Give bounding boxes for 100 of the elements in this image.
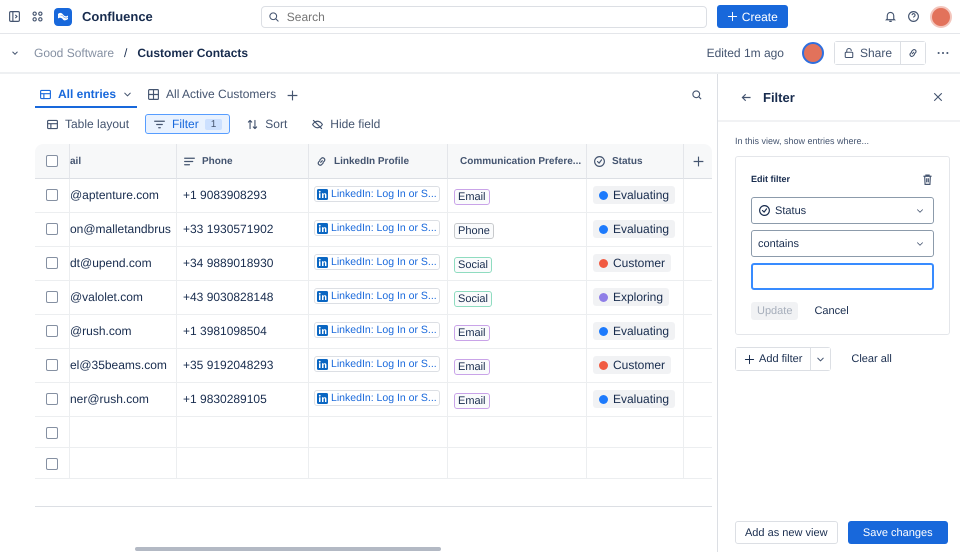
linkedin-link[interactable]: LinkedIn: Log In or S...	[314, 220, 440, 236]
status-lozenge: Evaluating	[593, 322, 676, 340]
lock-icon	[842, 47, 855, 59]
user-avatar[interactable]	[930, 6, 952, 28]
table-cell: +1 3981098504	[177, 315, 309, 349]
row-checkbox[interactable]	[46, 393, 58, 405]
scrollbar-thumb[interactable]	[135, 547, 441, 551]
card-title: Edit filter	[751, 174, 790, 184]
collaborator-avatar[interactable]	[802, 42, 824, 64]
column-header[interactable]: Phone	[177, 144, 309, 179]
table-cell: +34 9889018930	[177, 247, 309, 281]
close-icon[interactable]	[932, 91, 944, 103]
column-header[interactable]: ail	[70, 144, 177, 179]
preference-tag: Email	[454, 393, 490, 409]
field-select[interactable]: Status	[751, 197, 934, 224]
linkedin-link[interactable]: LinkedIn: Log In or S...	[314, 288, 440, 304]
table-cell: +33 1930571902	[177, 213, 309, 247]
table-cell: on@malletandbrus	[70, 213, 177, 247]
edited-time: Edited 1m ago	[706, 46, 784, 60]
row-checkbox[interactable]	[46, 325, 58, 337]
linkedin-icon	[317, 392, 328, 404]
table-icon	[46, 118, 59, 130]
save-changes-button[interactable]: Save changes	[848, 521, 948, 544]
status-lozenge: Evaluating	[593, 390, 676, 408]
row-checkbox[interactable]	[46, 458, 58, 470]
row-checkbox[interactable]	[46, 257, 58, 269]
add-as-new-view-button[interactable]: Add as new view	[735, 521, 838, 544]
row-checkbox[interactable]	[46, 189, 58, 201]
preference-tag: Social	[454, 291, 492, 307]
table-cell: @rush.com	[70, 315, 177, 349]
eye-slash-icon	[311, 118, 324, 130]
column-header[interactable]: Status	[587, 144, 684, 179]
preference-tag: Email	[454, 325, 490, 341]
table-cell: +1 9083908293	[177, 179, 309, 213]
table-cell: @aptenture.com	[70, 179, 177, 213]
linkedin-icon	[317, 256, 328, 268]
help-icon[interactable]	[907, 10, 920, 23]
filter-count: 1	[204, 118, 222, 130]
add-column-icon[interactable]	[692, 154, 704, 168]
sidebar-toggle-icon[interactable]	[8, 10, 21, 23]
link-icon	[315, 154, 328, 168]
table-cell: +1 9830289105	[177, 383, 309, 417]
sort-icon	[246, 118, 260, 130]
linkedin-link[interactable]: LinkedIn: Log In or S...	[314, 356, 440, 372]
linkedin-icon	[317, 290, 328, 302]
search-icon[interactable]	[691, 89, 703, 101]
copy-link-button[interactable]	[900, 42, 925, 64]
column-header[interactable]: Communication Prefere...	[448, 144, 587, 179]
search-field[interactable]: Search	[260, 6, 707, 28]
app-grid-icon[interactable]	[31, 10, 44, 23]
app-logo-icon[interactable]	[54, 8, 72, 26]
value-input[interactable]	[751, 263, 934, 290]
check-circle-icon	[758, 204, 771, 217]
cancel-button[interactable]: Cancel	[808, 302, 855, 320]
status-lozenge: Customer	[593, 356, 672, 374]
trash-icon[interactable]	[921, 172, 934, 186]
grid-icon	[147, 88, 160, 100]
create-button[interactable]: Create	[716, 5, 788, 28]
clear-all-button[interactable]: Clear all	[845, 350, 898, 368]
lines-icon	[183, 154, 196, 168]
linkedin-link[interactable]: LinkedIn: Log In or S...	[314, 322, 440, 338]
linkedin-link[interactable]: LinkedIn: Log In or S...	[314, 390, 440, 406]
page-title: Customer Contacts	[137, 46, 248, 60]
panel-description: In this view, show entries where...	[735, 136, 870, 146]
table-cell: el@35beams.com	[70, 349, 177, 383]
link-icon	[907, 47, 919, 59]
table-cell: ner@rush.com	[70, 383, 177, 417]
column-header[interactable]: LinkedIn Profile	[309, 144, 448, 179]
sort-tool-button[interactable]: Sort	[238, 114, 296, 134]
status-lozenge: Exploring	[593, 288, 670, 306]
filter-tool-button[interactable]: Filter 1	[145, 114, 230, 134]
table-cell: +43 9030828148	[177, 281, 309, 315]
hide-tool-button[interactable]: Hide field	[303, 114, 388, 134]
row-checkbox[interactable]	[46, 427, 58, 439]
linkedin-link[interactable]: LinkedIn: Log In or S...	[314, 186, 440, 202]
breadcrumb-separator: /	[124, 46, 128, 60]
table-view-icon	[39, 88, 52, 100]
panel-title: Filter	[763, 90, 796, 104]
linkedin-icon	[317, 188, 328, 200]
view-tab[interactable]: All entries	[35, 82, 138, 108]
row-checkbox[interactable]	[46, 359, 58, 371]
linkedin-icon	[317, 222, 328, 234]
view-tab[interactable]: All Active Customers	[143, 82, 280, 108]
plus-icon	[726, 11, 738, 22]
notifications-icon[interactable]	[884, 10, 897, 23]
operator-select[interactable]: contains	[751, 230, 934, 257]
layout-tool-button[interactable]: Table layout	[38, 114, 138, 134]
linkedin-link[interactable]: LinkedIn: Log In or S...	[314, 254, 440, 270]
table-cell: @valolet.com	[70, 281, 177, 315]
status-lozenge: Evaluating	[593, 220, 676, 238]
add-view-icon[interactable]	[286, 88, 300, 102]
linkedin-icon	[317, 324, 328, 336]
row-checkbox[interactable]	[46, 223, 58, 235]
search-icon	[268, 10, 280, 22]
select-all-checkbox[interactable]	[46, 155, 58, 167]
table-cell: +35 9192048293	[177, 349, 309, 383]
row-checkbox[interactable]	[46, 291, 58, 303]
check-circle-icon	[593, 154, 606, 168]
preference-tag: Phone	[454, 223, 494, 239]
table-cell: dt@upend.com	[70, 247, 177, 281]
